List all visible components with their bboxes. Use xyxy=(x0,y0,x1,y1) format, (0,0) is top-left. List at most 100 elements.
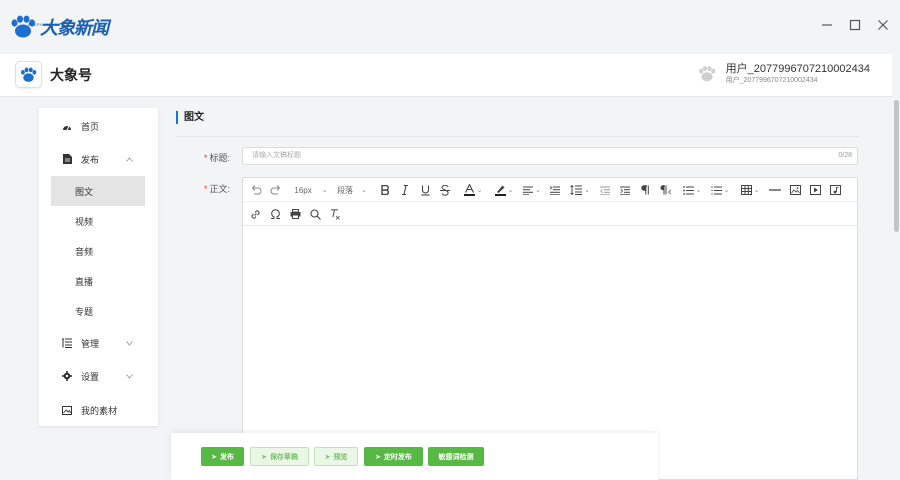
sidebar-item-manage[interactable]: 管理 xyxy=(39,328,158,358)
clear-format-button[interactable] xyxy=(327,202,343,226)
bold-icon xyxy=(380,185,389,195)
sidebar-item-home[interactable]: 首页 xyxy=(39,111,158,141)
text-direction-icon xyxy=(660,185,672,195)
outdent-icon xyxy=(600,186,610,195)
sensitive-word-check-button[interactable]: 敏感词检测 xyxy=(428,447,484,466)
send-icon: ➤ xyxy=(375,453,381,461)
chevron-down-icon: ⌄ xyxy=(753,187,760,194)
bullet-list-icon xyxy=(682,185,694,195)
save-draft-button[interactable]: ➤ 保存草稿 xyxy=(250,447,309,466)
sidebar-item-materials[interactable]: 我的素材 xyxy=(39,395,158,425)
sidebar-item-label: 发布 xyxy=(81,154,100,165)
insert-image-button[interactable] xyxy=(787,178,803,202)
font-size-value: 16px xyxy=(294,185,312,195)
search-icon xyxy=(309,208,321,220)
align-left-icon xyxy=(523,186,534,195)
font-size-select[interactable]: 16px ⌄ xyxy=(289,178,333,202)
table-button[interactable]: ⌄ xyxy=(737,178,763,202)
omega-icon xyxy=(270,209,280,219)
chevron-down-icon: ⌄ xyxy=(535,187,541,194)
strikethrough-button[interactable] xyxy=(437,178,453,202)
highlighter-icon xyxy=(494,185,506,196)
indent-icon xyxy=(620,186,630,195)
publish-button[interactable]: ➤ 发布 xyxy=(201,447,244,466)
align-button[interactable]: ⌄ xyxy=(519,178,545,202)
paragraph-mark-button[interactable] xyxy=(637,178,653,202)
sidebar-item-label: 首页 xyxy=(81,121,100,132)
send-icon: ➤ xyxy=(324,453,331,461)
sidebar-subitem-audio[interactable]: 音频 xyxy=(51,236,145,266)
line-height-button[interactable]: ⌄ xyxy=(567,178,593,202)
maximize-button[interactable] xyxy=(848,18,862,32)
indent-button[interactable] xyxy=(617,178,633,202)
send-icon: ➤ xyxy=(211,453,217,461)
avatar-paw-icon xyxy=(698,66,715,82)
body-label: * 正文: xyxy=(204,184,231,194)
insert-audio-button[interactable] xyxy=(827,178,843,202)
print-button[interactable] xyxy=(287,202,303,226)
sidebar-subitem-video[interactable]: 视频 xyxy=(51,206,145,236)
sidebar-subitem-topic[interactable]: 专题 xyxy=(51,296,145,326)
chevron-down-icon: ⌄ xyxy=(321,187,328,194)
italic-button[interactable] xyxy=(397,178,413,202)
special-char-button[interactable] xyxy=(267,202,283,226)
outdent-button[interactable] xyxy=(597,178,613,202)
chevron-down-icon: ⌄ xyxy=(507,187,514,194)
bold-button[interactable] xyxy=(377,178,393,202)
user-id: 用户_2077996707210002434 xyxy=(725,77,818,84)
paragraph-select[interactable]: 段落 ⌄ xyxy=(333,178,371,202)
horizontal-rule-icon xyxy=(769,189,781,191)
title-input[interactable]: 请输入文稿标题 0/28 xyxy=(242,147,858,165)
list-icon xyxy=(62,338,72,348)
sidebar-item-publish[interactable]: 发布 xyxy=(39,144,158,174)
chevron-down-icon xyxy=(126,339,133,348)
chevron-down-icon: ⌄ xyxy=(584,187,590,194)
sidebar-subitem-live[interactable]: 直播 xyxy=(51,266,145,296)
maximize-icon xyxy=(849,19,861,31)
font-color-button[interactable]: ⌄ xyxy=(458,178,488,202)
chevron-down-icon xyxy=(126,372,133,381)
sidebar-item-label: 我的素材 xyxy=(81,405,118,416)
preview-button[interactable]: ➤ 预览 xyxy=(314,447,358,466)
close-button[interactable] xyxy=(876,18,890,32)
brand[interactable]: 大象号 xyxy=(15,61,92,88)
italic-icon xyxy=(402,185,408,195)
redo-button[interactable] xyxy=(267,178,285,202)
search-replace-button[interactable] xyxy=(307,202,323,226)
editor-toolbar-row xyxy=(243,202,857,226)
redo-icon xyxy=(270,185,281,195)
highlight-color-button[interactable]: ⌄ xyxy=(489,178,519,202)
insert-video-button[interactable] xyxy=(807,178,823,202)
action-bar: ➤ 发布 ➤ 保存草稿 ➤ 预览 ➤ 定时发布 敏感词检测 xyxy=(171,433,658,480)
underline-button[interactable] xyxy=(417,178,433,202)
logo-text: 大象新闻 xyxy=(40,18,109,38)
strikethrough-icon xyxy=(440,184,450,196)
rtl-direction-button[interactable] xyxy=(657,178,675,202)
user-profile[interactable]: 用户_2077996707210002434 用户_20779967072100… xyxy=(698,62,870,86)
minimize-button[interactable] xyxy=(820,18,834,32)
bullet-list-button[interactable]: ⌄ xyxy=(679,178,705,202)
insert-link-button[interactable] xyxy=(247,202,263,226)
sidebar-item-settings[interactable]: 设置 xyxy=(39,361,158,391)
image-icon xyxy=(789,185,801,195)
numbered-list-button[interactable]: ⌄ xyxy=(707,178,733,202)
gear-icon xyxy=(62,371,72,381)
underline-icon xyxy=(421,185,429,196)
scrollbar-thumb[interactable] xyxy=(894,100,899,232)
horizontal-rule-button[interactable] xyxy=(765,178,785,202)
chevron-down-icon: ⌄ xyxy=(723,187,730,194)
scheduled-publish-button[interactable]: ➤ 定时发布 xyxy=(364,447,423,466)
brand-name: 大象号 xyxy=(50,66,92,83)
chevron-down-icon: ⌄ xyxy=(476,187,483,194)
sidebar-subitem-article[interactable]: 图文 xyxy=(51,176,145,206)
chevron-down-icon: ⌄ xyxy=(361,187,367,194)
sidebar: 首页 发布 图文 视频 音频 直播 专题 管理 设置 我的素材 xyxy=(39,108,158,426)
link-icon xyxy=(250,209,260,219)
music-icon xyxy=(829,185,841,195)
title-label: * 标题: xyxy=(204,153,231,163)
text-indent-button[interactable] xyxy=(547,178,563,202)
undo-button[interactable] xyxy=(247,178,265,202)
minimize-icon xyxy=(822,24,832,26)
logo-subtext: ELEPHANT NEWS xyxy=(28,22,69,27)
page-header: 大象号 用户_2077996707210002434 用户_2077996707… xyxy=(0,54,892,97)
